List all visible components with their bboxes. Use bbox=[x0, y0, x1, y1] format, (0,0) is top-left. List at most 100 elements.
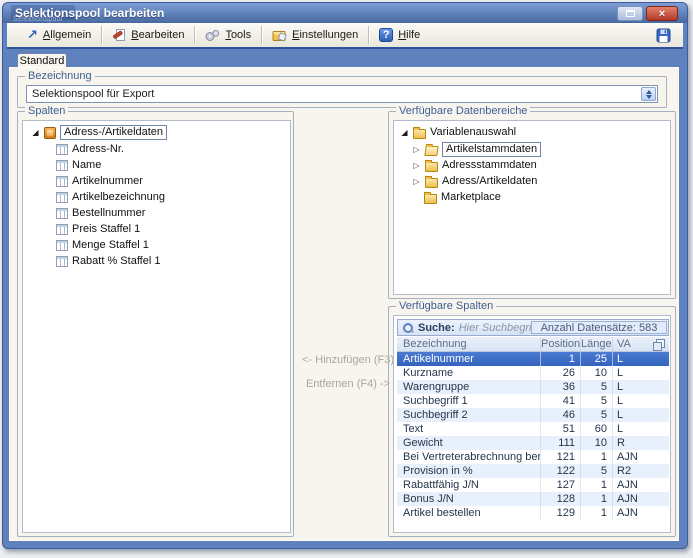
group-spalten-label: Spalten bbox=[25, 105, 68, 117]
tree-root-adress-artikeldaten[interactable]: ◢ Adress-/Artikeldaten bbox=[31, 125, 167, 140]
tree-item-column[interactable]: Name bbox=[56, 158, 101, 173]
menu-hilfe[interactable]: ? Hilfe bbox=[369, 25, 430, 45]
close-icon: × bbox=[659, 8, 665, 20]
menu-bearbeiten-label: Bearbeiten bbox=[131, 29, 184, 41]
menu-einstellungen-label: Einstellungen bbox=[292, 29, 358, 41]
main-toolbar: ↗ Allgemein Bearbeiten Tools Einstellung… bbox=[7, 23, 683, 49]
table-header: Bezeichnung Position Länge VA bbox=[397, 337, 669, 352]
restore-icon bbox=[626, 10, 635, 17]
collapse-icon[interactable]: ▷ bbox=[412, 177, 421, 186]
tree-item-datenbereich[interactable]: ▷ Adressstammdaten bbox=[412, 158, 537, 173]
menu-allgemein[interactable]: ↗ Allgemein bbox=[17, 25, 101, 45]
tree-item-column[interactable]: Rabatt % Staffel 1 bbox=[56, 254, 160, 269]
tree-item-column[interactable]: Adress-Nr. bbox=[56, 142, 124, 157]
table-row[interactable]: Text 51 60 L bbox=[397, 422, 669, 436]
add-action-label[interactable]: <- Hinzufügen (F3) bbox=[300, 354, 396, 366]
group-datenbereiche: Verfügbare Datenbereiche ◢ Variablenausw… bbox=[388, 111, 676, 299]
tree-item-datenbereich[interactable]: ▷ Adress/Artikeldaten bbox=[412, 174, 537, 189]
group-verfuegbare-spalten-label: Verfügbare Spalten bbox=[396, 300, 496, 312]
title-bar[interactable]: Selektionspool bearbeiten Selektionspool… bbox=[3, 3, 687, 23]
column-grid-icon bbox=[56, 224, 68, 235]
column-grid-icon bbox=[56, 208, 68, 219]
content-panel: Bezeichnung Selektionspool für Export Sp… bbox=[9, 67, 679, 541]
title-ghost-artifact: Selektionspool bbox=[13, 16, 63, 23]
column-grid-icon bbox=[56, 240, 68, 251]
spalten-table-panel: Suche: Anzahl Datensätze: 583 Bezeichnun… bbox=[393, 315, 671, 533]
expand-icon[interactable]: ◢ bbox=[31, 128, 40, 137]
tree-item-column[interactable]: Menge Staffel 1 bbox=[56, 238, 149, 253]
tree-item-column[interactable]: Preis Staffel 1 bbox=[56, 222, 140, 237]
group-verfuegbare-spalten: Verfügbare Spalten Suche: Anzahl Datensä… bbox=[388, 306, 676, 537]
combobox-value: Selektionspool für Export bbox=[32, 88, 154, 100]
menu-bearbeiten[interactable]: Bearbeiten bbox=[102, 25, 194, 45]
dataset-icon bbox=[44, 127, 56, 139]
restore-button[interactable] bbox=[617, 6, 643, 21]
open-folder-icon bbox=[424, 146, 438, 156]
folder-icon bbox=[413, 129, 426, 139]
search-label: Suche: bbox=[418, 322, 455, 334]
column-grid-icon bbox=[56, 144, 68, 155]
column-grid-icon bbox=[56, 160, 68, 171]
folder-icon bbox=[425, 178, 438, 188]
tab-standard[interactable]: Standard bbox=[17, 53, 67, 68]
tree-item-datenbereich[interactable]: Marketplace bbox=[424, 190, 501, 205]
tab-standard-label: Standard bbox=[20, 55, 65, 67]
spin-down-icon bbox=[646, 95, 652, 99]
table-row[interactable]: Provision in % 122 5 R2 bbox=[397, 464, 669, 478]
collapse-icon[interactable]: ▷ bbox=[412, 145, 421, 154]
menu-allgemein-label: Allgemein bbox=[43, 29, 91, 41]
tree-item-datenbereich[interactable]: ▷ Artikelstammdaten bbox=[412, 142, 541, 157]
table-row[interactable]: Suchbegriff 1 41 5 L bbox=[397, 394, 669, 408]
tree-root-variablenauswahl[interactable]: ◢ Variablenauswahl bbox=[400, 125, 516, 140]
help-icon: ? bbox=[379, 28, 393, 42]
tree-root-label: Adress-/Artikeldaten bbox=[60, 125, 167, 140]
group-bezeichnung-label: Bezeichnung bbox=[25, 70, 95, 82]
dialog-window: Selektionspool bearbeiten Selektionspool… bbox=[2, 2, 688, 549]
settings-folder-icon bbox=[272, 29, 287, 42]
folder-icon bbox=[425, 162, 438, 172]
group-spalten: Spalten ◢ Adress-/Artikeldaten Adress-Nr… bbox=[17, 111, 294, 537]
table-row[interactable]: Rabattfähig J/N 127 1 AJN bbox=[397, 478, 669, 492]
group-bezeichnung: Bezeichnung Selektionspool für Export bbox=[17, 76, 667, 108]
record-count: Anzahl Datensätze: 583 bbox=[531, 321, 667, 334]
column-grid-icon bbox=[56, 192, 68, 203]
table-row[interactable]: Bei Vertreterabrechnung berücksichtigen … bbox=[397, 450, 669, 464]
close-button[interactable]: × bbox=[646, 6, 678, 21]
spalten-tree: ◢ Adress-/Artikeldaten Adress-Nr. Name bbox=[22, 120, 291, 533]
combobox-spinner-button[interactable] bbox=[641, 87, 656, 101]
bezeichnung-combobox[interactable]: Selektionspool für Export bbox=[26, 85, 658, 103]
table-row[interactable]: Kurzname 26 10 L bbox=[397, 366, 669, 380]
table-row[interactable]: Artikelnummer 1 25 L bbox=[397, 352, 669, 366]
table-row[interactable]: Artikel bestellen 129 1 AJN bbox=[397, 506, 669, 520]
save-button[interactable] bbox=[644, 28, 683, 43]
group-datenbereiche-label: Verfügbare Datenbereiche bbox=[396, 105, 530, 117]
search-icon bbox=[402, 322, 414, 334]
table-row[interactable]: Gewicht 111 10 R bbox=[397, 436, 669, 450]
column-chooser-icon[interactable] bbox=[653, 339, 665, 351]
remove-action-label[interactable]: Entfernen (F4) -> bbox=[300, 378, 396, 390]
search-bar: Suche: Anzahl Datensätze: 583 bbox=[397, 319, 669, 336]
save-icon bbox=[656, 28, 671, 43]
expand-icon[interactable]: ◢ bbox=[400, 128, 409, 137]
column-grid-icon bbox=[56, 176, 68, 187]
arrow-ne-icon: ↗ bbox=[27, 29, 38, 42]
menu-tools[interactable]: Tools bbox=[195, 25, 261, 45]
spin-up-icon bbox=[646, 90, 652, 94]
tree-item-column[interactable]: Artikelbezeichnung bbox=[56, 190, 165, 205]
datenbereiche-tree: ◢ Variablenauswahl ▷ Artikelstammdaten ▷… bbox=[393, 120, 671, 295]
collapse-icon[interactable]: ▷ bbox=[412, 161, 421, 170]
tree-item-column[interactable]: Bestellnummer bbox=[56, 206, 145, 221]
header-bezeichnung[interactable]: Bezeichnung bbox=[397, 337, 540, 351]
tree-item-column[interactable]: Artikelnummer bbox=[56, 174, 143, 189]
table-row[interactable]: Suchbegriff 2 46 5 L bbox=[397, 408, 669, 422]
column-grid-icon bbox=[56, 256, 68, 267]
table-row[interactable]: Bonus J/N 128 1 AJN bbox=[397, 492, 669, 506]
gears-icon bbox=[205, 29, 220, 42]
header-laenge[interactable]: Länge bbox=[580, 337, 612, 351]
menu-einstellungen[interactable]: Einstellungen bbox=[262, 25, 368, 45]
table-row[interactable]: Warengruppe 36 5 L bbox=[397, 380, 669, 394]
header-position[interactable]: Position bbox=[540, 337, 580, 351]
screen: Selektionspool bearbeiten Selektionspool… bbox=[0, 0, 693, 558]
menu-tools-label: Tools bbox=[225, 29, 251, 41]
folder-icon bbox=[424, 194, 437, 204]
